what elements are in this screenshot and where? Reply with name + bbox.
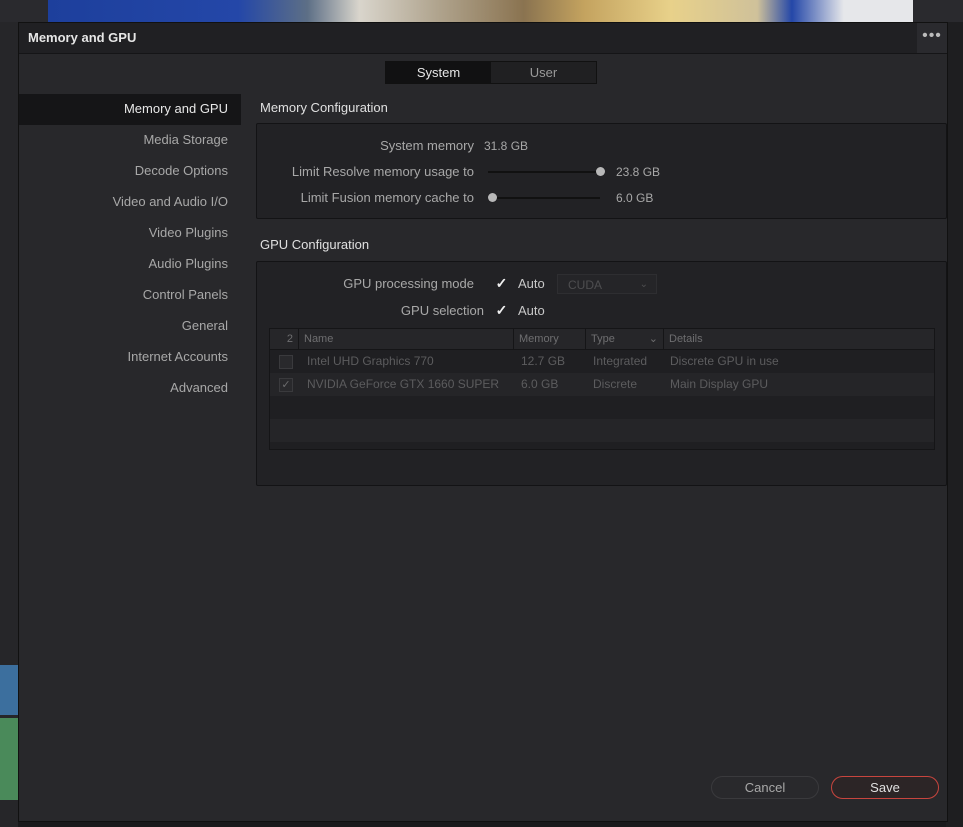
column-header-memory[interactable]: Memory — [514, 329, 586, 349]
memory-section-title: Memory Configuration — [260, 100, 388, 115]
gpu-selection-label: GPU selection — [400, 303, 484, 318]
sidebar: Memory and GPU Media Storage Decode Opti… — [19, 94, 241, 404]
save-button[interactable]: Save — [831, 776, 939, 799]
gpu-type: Integrated — [593, 354, 648, 368]
sidebar-item-general[interactable]: General — [19, 311, 241, 342]
column-header-type-label: Type — [591, 333, 615, 345]
more-options-icon[interactable]: ••• — [917, 23, 947, 53]
gpu-memory: 6.0 GB — [521, 377, 559, 391]
sidebar-item-internet-accounts[interactable]: Internet Accounts — [19, 342, 241, 373]
fusion-cache-value: 6.0 GB — [616, 191, 654, 205]
gpu-processing-mode-label: GPU processing mode — [343, 276, 474, 291]
table-row[interactable]: ✓ NVIDIA GeForce GTX 1660 SUPER 6.0 GB D… — [270, 373, 934, 396]
sidebar-item-video-audio-io[interactable]: Video and Audio I/O — [19, 187, 241, 218]
resolve-memory-slider[interactable] — [488, 171, 600, 173]
gpu-row-checkbox[interactable]: ✓ — [279, 378, 293, 392]
sidebar-item-advanced[interactable]: Advanced — [19, 373, 241, 404]
tab-system[interactable]: System — [386, 62, 491, 83]
resolve-memory-label: Limit Resolve memory usage to — [291, 164, 474, 179]
dialog-title: Memory and GPU — [28, 30, 137, 45]
tab-user[interactable]: User — [491, 62, 596, 83]
gpu-mode-auto-checkbox[interactable]: ✓ — [495, 276, 508, 290]
gpu-details: Main Display GPU — [670, 377, 769, 391]
gpu-table: 2 Name Memory Type ⌄ Details Intel UHD G… — [269, 328, 935, 450]
background-audio-track — [0, 718, 18, 800]
column-header-count[interactable]: 2 — [270, 329, 299, 349]
sidebar-item-audio-plugins[interactable]: Audio Plugins — [19, 249, 241, 280]
fusion-cache-label: Limit Fusion memory cache to — [300, 190, 474, 205]
gpu-mode-select-value: CUDA — [568, 278, 603, 292]
gpu-section-title: GPU Configuration — [260, 237, 370, 252]
gpu-mode-select[interactable]: CUDA ⌄ — [557, 274, 657, 294]
gpu-type: Discrete — [593, 377, 638, 391]
background-app-top — [0, 0, 963, 22]
gpu-memory: 12.7 GB — [521, 354, 566, 368]
gpu-mode-auto-label: Auto — [518, 276, 545, 291]
title-bar: Memory and GPU ••• — [19, 23, 947, 54]
column-header-type[interactable]: Type ⌄ — [586, 329, 664, 349]
gpu-row-checkbox[interactable] — [279, 355, 293, 369]
gpu-name: Intel UHD Graphics 770 — [307, 354, 434, 368]
resolve-memory-slider-handle[interactable] — [595, 167, 605, 176]
gpu-table-header: 2 Name Memory Type ⌄ Details — [270, 329, 934, 350]
background-video-track — [0, 665, 18, 715]
table-row-empty — [270, 419, 934, 442]
chevron-down-icon: ⌄ — [648, 333, 658, 345]
cancel-button[interactable]: Cancel — [711, 776, 819, 799]
table-row[interactable]: Intel UHD Graphics 770 12.7 GB Integrate… — [270, 350, 934, 373]
background-app-right — [946, 22, 963, 827]
preferences-dialog: Memory and GPU ••• System User Memory an… — [18, 22, 948, 822]
gpu-selection-auto-label: Auto — [518, 303, 545, 318]
table-row-empty — [270, 396, 934, 419]
background-viewer-image — [48, 0, 913, 22]
chevron-down-icon: ⌄ — [639, 279, 648, 290]
sidebar-item-media-storage[interactable]: Media Storage — [19, 125, 241, 156]
resolve-memory-value: 23.8 GB — [616, 165, 661, 179]
gpu-details: Discrete GPU in use — [670, 354, 779, 368]
scope-toggle: System User — [385, 61, 597, 84]
sidebar-item-control-panels[interactable]: Control Panels — [19, 280, 241, 311]
system-memory-value: 31.8 GB — [484, 139, 529, 153]
sidebar-item-memory-and-gpu[interactable]: Memory and GPU — [19, 94, 241, 125]
column-header-name[interactable]: Name — [299, 329, 514, 349]
fusion-cache-slider-handle[interactable] — [488, 193, 497, 202]
system-memory-label: System memory — [380, 138, 474, 153]
sidebar-item-decode-options[interactable]: Decode Options — [19, 156, 241, 187]
gpu-selection-auto-checkbox[interactable]: ✓ — [495, 303, 508, 317]
fusion-cache-slider[interactable] — [488, 197, 600, 199]
sidebar-item-video-plugins[interactable]: Video Plugins — [19, 218, 241, 249]
gpu-name: NVIDIA GeForce GTX 1660 SUPER — [307, 377, 500, 391]
column-header-details[interactable]: Details — [664, 329, 934, 349]
